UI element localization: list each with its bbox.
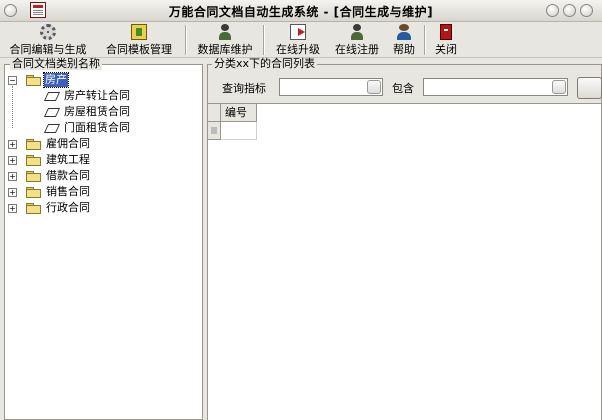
close-window-button[interactable]: [580, 4, 593, 17]
close-button[interactable]: 关闭: [430, 23, 462, 56]
expand-icon[interactable]: +: [8, 188, 17, 197]
document-icon: [44, 123, 58, 133]
query-field-label: 查询指标: [222, 82, 266, 95]
category-pane-title: 合同文档类别名称: [10, 57, 102, 70]
minimize-button[interactable]: [546, 4, 559, 17]
template-manage-button[interactable]: 合同模板管理: [98, 23, 180, 56]
folder-open-icon: [26, 75, 41, 86]
tree-node-label: 房屋租赁合同: [64, 105, 130, 118]
db-maintain-label: 数据库维护: [197, 43, 253, 56]
title-bar[interactable]: 万能合同文档自动生成系统 - [合同生成与维护]: [0, 0, 602, 22]
tree-node[interactable]: + 销售合同: [8, 184, 201, 200]
contains-input[interactable]: [423, 78, 568, 96]
online-register-button[interactable]: 在线注册: [329, 23, 385, 56]
folder-icon: [26, 171, 41, 182]
tree-leaf[interactable]: 房产转让合同: [8, 88, 201, 104]
expand-icon[interactable]: +: [8, 156, 17, 165]
toolbar-separator: [424, 25, 426, 55]
query-field-select[interactable]: [279, 78, 383, 96]
dropdown-arrow-icon[interactable]: [367, 80, 381, 94]
document-icon: [44, 91, 58, 101]
tree-node-label: 房产: [43, 72, 69, 88]
toolbar-separator: [185, 25, 187, 55]
grid-cell[interactable]: [221, 122, 257, 140]
dropdown-arrow-icon[interactable]: [552, 80, 566, 94]
contract-list-title: 分类xx下的合同列表: [212, 57, 318, 70]
folder-icon: [26, 139, 41, 150]
template-icon: [131, 24, 147, 40]
template-manage-label: 合同模板管理: [106, 43, 172, 56]
folder-icon: [26, 187, 41, 198]
expand-icon[interactable]: +: [8, 140, 17, 149]
gear-icon: [40, 24, 56, 40]
category-tree[interactable]: − 房产 房产转让合同 房屋租赁合同 门面租赁合同 + 雇佣合同 + 建筑工程 …: [8, 72, 201, 216]
tree-node-label: 建筑工程: [46, 153, 90, 166]
tree-node[interactable]: + 借款合同: [8, 168, 201, 184]
tree-node-label: 雇佣合同: [46, 137, 90, 150]
db-maintain-button[interactable]: 数据库维护: [191, 23, 259, 56]
tree-node[interactable]: + 行政合同: [8, 200, 201, 216]
tree-node-label: 门面租赁合同: [64, 121, 130, 134]
online-upgrade-button[interactable]: 在线升级: [270, 23, 326, 56]
maximize-button[interactable]: [563, 4, 576, 17]
contains-label: 包含: [392, 82, 414, 95]
tree-node-label: 销售合同: [46, 185, 90, 198]
tree-leaf[interactable]: 门面租赁合同: [8, 120, 201, 136]
grid-row-indicator[interactable]: [208, 122, 221, 140]
search-button[interactable]: [577, 77, 602, 99]
tree-node-label: 房产转让合同: [64, 89, 130, 102]
help-label: 帮助: [393, 43, 415, 56]
folder-icon: [26, 155, 41, 166]
tree-node-label: 借款合同: [46, 169, 90, 182]
grid-corner[interactable]: [208, 104, 221, 122]
tree-node-house[interactable]: − 房产: [8, 72, 201, 88]
collapse-icon[interactable]: −: [8, 76, 17, 85]
contract-grid[interactable]: [208, 103, 601, 420]
expand-icon[interactable]: +: [8, 204, 17, 213]
expand-icon[interactable]: +: [8, 172, 17, 181]
database-icon: [217, 24, 233, 40]
window-title: 万能合同文档自动生成系统 - [合同生成与维护]: [168, 5, 434, 19]
contract-edit-label: 合同编辑与生成: [9, 43, 87, 56]
register-icon: [349, 24, 365, 40]
help-button[interactable]: 帮助: [388, 23, 420, 56]
close-icon: [440, 24, 452, 40]
tree-node[interactable]: + 建筑工程: [8, 152, 201, 168]
help-icon: [396, 24, 412, 40]
online-upgrade-label: 在线升级: [276, 43, 320, 56]
toolbar: 合同编辑与生成 合同模板管理 数据库维护 在线升级 在线注册 帮助 关闭: [0, 22, 602, 58]
toolbar-separator: [263, 25, 265, 55]
upgrade-icon: [290, 24, 306, 40]
contract-edit-button[interactable]: 合同编辑与生成: [2, 23, 94, 56]
tree-leaf[interactable]: 房屋租赁合同: [8, 104, 201, 120]
document-icon: [44, 107, 58, 117]
online-register-label: 在线注册: [335, 43, 379, 56]
folder-icon: [26, 203, 41, 214]
grid-column-header[interactable]: 编号: [221, 104, 257, 122]
close-label: 关闭: [435, 43, 457, 56]
tree-node-label: 行政合同: [46, 201, 90, 214]
tree-node[interactable]: + 雇佣合同: [8, 136, 201, 152]
